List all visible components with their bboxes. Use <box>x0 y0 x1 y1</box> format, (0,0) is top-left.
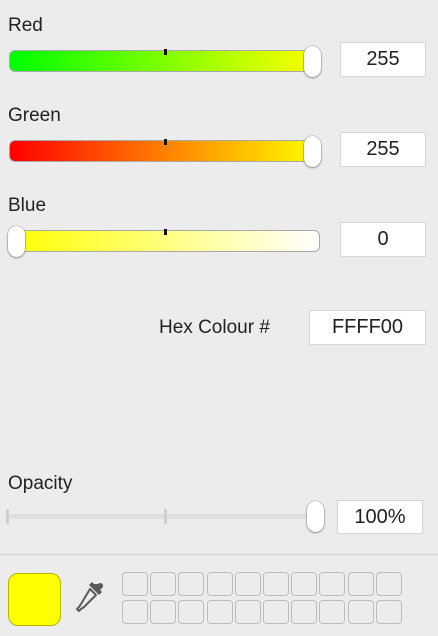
recent-swatch-slot[interactable] <box>178 600 205 624</box>
blue-value-field[interactable]: 0 <box>340 222 426 257</box>
green-value-field[interactable]: 255 <box>340 132 426 167</box>
recent-swatch-slot[interactable] <box>375 600 402 624</box>
blue-slider-midpoint-tick <box>164 229 167 235</box>
recent-swatch-slot[interactable] <box>263 600 289 624</box>
recent-swatch-slot[interactable] <box>122 600 148 624</box>
blue-slider-knob[interactable] <box>8 226 25 257</box>
opacity-label: Opacity <box>8 473 73 494</box>
bottom-divider <box>0 554 438 555</box>
red-slider-knob[interactable] <box>304 46 321 77</box>
opacity-slider-mid-tick <box>164 509 167 524</box>
recent-swatch-slot[interactable] <box>263 572 289 596</box>
recent-swatch-slot[interactable] <box>347 572 374 596</box>
red-slider-midpoint-tick <box>164 49 167 55</box>
recent-swatch-slot[interactable] <box>234 600 261 624</box>
green-slider-midpoint-tick <box>164 139 167 145</box>
opacity-slider-track[interactable] <box>8 514 316 519</box>
recent-swatch-slot[interactable] <box>291 600 318 624</box>
eyedropper-icon[interactable] <box>76 580 108 620</box>
hex-colour-label: Hex Colour # <box>159 317 270 338</box>
hex-colour-field[interactable]: FFFF00 <box>309 310 426 345</box>
recent-swatch-slot[interactable] <box>122 572 148 596</box>
recent-swatch-slot[interactable] <box>319 600 346 624</box>
opacity-slider-min-tick <box>6 509 9 524</box>
recent-swatch-slot[interactable] <box>234 572 261 596</box>
recent-swatch-slot[interactable] <box>178 572 205 596</box>
recent-swatches-grid <box>122 572 404 628</box>
green-label: Green <box>8 105 61 126</box>
opacity-value-field[interactable]: 100% <box>337 500 423 534</box>
recent-swatch-slot[interactable] <box>347 600 374 624</box>
recent-swatch-slot[interactable] <box>150 572 177 596</box>
red-value-field[interactable]: 255 <box>340 42 426 77</box>
recent-swatch-slot[interactable] <box>291 572 318 596</box>
recent-swatch-slot[interactable] <box>150 600 177 624</box>
current-colour-swatch[interactable] <box>8 573 61 626</box>
recent-swatch-slot[interactable] <box>206 572 233 596</box>
colour-picker-panel: Red 255 Green 255 Blue 0 Hex Colour # FF… <box>0 0 438 636</box>
opacity-slider-knob[interactable] <box>307 501 324 532</box>
green-slider-knob[interactable] <box>304 136 321 167</box>
red-label: Red <box>8 15 43 36</box>
recent-swatch-slot[interactable] <box>319 572 346 596</box>
recent-swatch-slot[interactable] <box>375 572 402 596</box>
blue-label: Blue <box>8 195 47 216</box>
recent-swatch-slot[interactable] <box>206 600 233 624</box>
